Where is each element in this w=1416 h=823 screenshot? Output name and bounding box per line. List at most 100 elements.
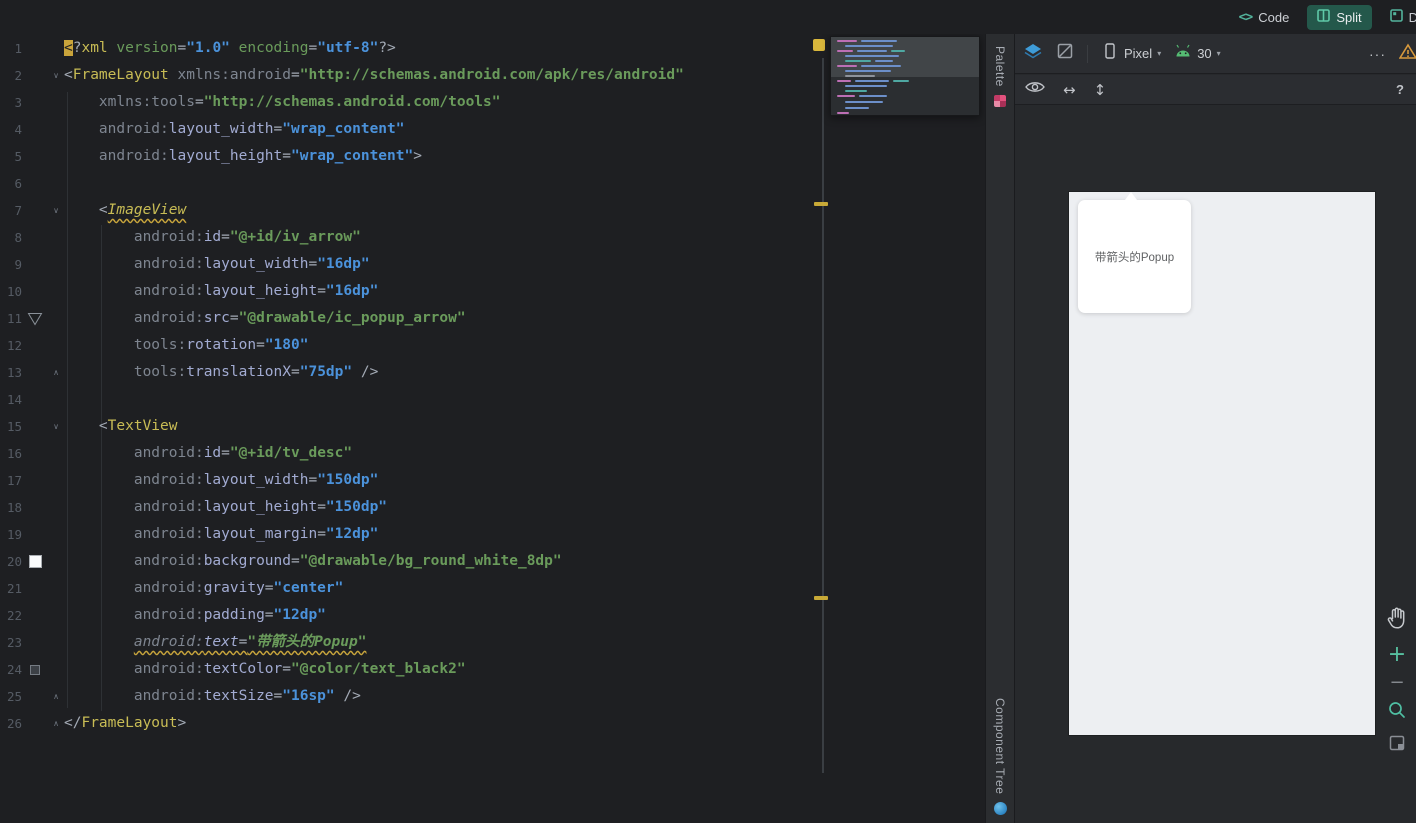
code-text[interactable]: android:layout_width="wrap_content" (64, 116, 405, 143)
color-preview-white-swatch[interactable] (22, 548, 48, 575)
help-button[interactable]: ? (1396, 82, 1404, 97)
line-number[interactable]: 14 (0, 386, 22, 413)
palette-icon (994, 94, 1006, 107)
code-text[interactable]: android:layout_width="16dp" (64, 251, 370, 278)
code-text[interactable]: android:layout_margin="12dp" (64, 521, 378, 548)
code-text[interactable]: android:layout_height="150dp" (64, 494, 387, 521)
view-options-eye-icon[interactable] (1025, 80, 1045, 99)
warning-stripe-mark[interactable] (814, 596, 828, 600)
line-number[interactable]: 5 (0, 143, 22, 170)
design-canvas[interactable]: 带箭头的Popup + − (1015, 106, 1416, 823)
more-options-button[interactable]: ··· (1369, 46, 1386, 62)
gutter-fold-space (48, 224, 64, 251)
line-number[interactable]: 11 (0, 305, 22, 332)
code-editor[interactable]: 1 <?xml version="1.0" encoding="utf-8"?> 2… (0, 34, 985, 823)
color-preview-dark-swatch[interactable] (22, 656, 48, 683)
line-number[interactable]: 6 (0, 170, 22, 197)
warning-triangle-icon[interactable] (1398, 42, 1416, 65)
code-text[interactable]: android:textSize="16sp" /> (64, 683, 361, 710)
code-text[interactable]: <TextView (64, 413, 178, 440)
code-text[interactable]: </FrameLayout> (64, 710, 186, 737)
inspections-indicator-icon[interactable] (813, 39, 825, 51)
pan-hand-icon[interactable] (1386, 606, 1408, 635)
device-selector[interactable]: Pixel ▾ (1101, 42, 1161, 65)
editor-scrollbar[interactable] (808, 34, 830, 823)
line-number[interactable]: 9 (0, 251, 22, 278)
scrollbar-track[interactable] (822, 58, 824, 773)
line-number[interactable]: 12 (0, 332, 22, 359)
line-number[interactable]: 18 (0, 494, 22, 521)
line-number[interactable]: 21 (0, 575, 22, 602)
horizontal-resize-icon[interactable]: ↔ (1063, 81, 1076, 99)
toolwindow-palette-button[interactable]: Palette (986, 46, 1014, 107)
tab-split[interactable]: Split (1307, 4, 1372, 30)
code-text[interactable]: android:padding="12dp" (64, 602, 326, 629)
line-number[interactable]: 15 (0, 413, 22, 440)
code-text[interactable]: android:layout_width="150dp" (64, 467, 378, 494)
code-text[interactable]: android:src="@drawable/ic_popup_arrow" (64, 305, 466, 332)
fold-collapse-icon[interactable]: ∨ (48, 62, 64, 89)
api-level-selector[interactable]: 30 ▾ (1174, 44, 1221, 63)
line-number[interactable]: 7 (0, 197, 22, 224)
fold-collapse-icon[interactable]: ∨ (48, 413, 64, 440)
code-text[interactable]: tools:rotation="180" (64, 332, 309, 359)
code-text[interactable]: android:text="带箭头的Popup" (64, 629, 367, 656)
gutter-fold-space (48, 575, 64, 602)
tab-code[interactable]: <> Code (1229, 5, 1300, 30)
line-number[interactable]: 26 (0, 710, 22, 737)
warning-stripe-mark[interactable] (814, 202, 828, 206)
line-number[interactable]: 20 (0, 548, 22, 575)
vertical-resize-icon[interactable]: ↕ (1094, 81, 1107, 99)
tab-design[interactable]: D (1380, 5, 1416, 30)
code-text[interactable]: android:gravity="center" (64, 575, 344, 602)
device-selector-label: Pixel (1124, 46, 1153, 61)
line-number[interactable]: 1 (0, 35, 22, 62)
code-text[interactable]: <?xml version="1.0" encoding="utf-8"?> (64, 35, 396, 62)
component-tree-icon (993, 802, 1007, 815)
line-number[interactable]: 19 (0, 521, 22, 548)
line-number[interactable]: 13 (0, 359, 22, 386)
drawable-preview-arrow-icon[interactable] (22, 305, 48, 332)
gutter-fold-space (48, 143, 64, 170)
code-text[interactable]: android:layout_height="wrap_content"> (64, 143, 422, 170)
view-frame-icon[interactable] (1388, 734, 1406, 757)
line-number[interactable]: 4 (0, 116, 22, 143)
toolwindow-component-tree-button[interactable]: Component Tree (986, 698, 1014, 815)
line-number[interactable]: 16 (0, 440, 22, 467)
fold-collapse-icon[interactable]: ∨ (48, 197, 64, 224)
gutter-fold-space (48, 629, 64, 656)
code-text[interactable]: android:textColor="@color/text_black2" (64, 656, 466, 683)
line-number[interactable]: 23 (0, 629, 22, 656)
code-text[interactable]: tools:translationX="75dp" /> (64, 359, 378, 386)
code-text[interactable]: xmlns:tools="http://schemas.android.com/… (64, 89, 501, 116)
zoom-to-fit-icon[interactable] (1387, 700, 1407, 725)
gutter-space (22, 467, 48, 494)
code-text[interactable]: <FrameLayout xmlns:android="http://schem… (64, 62, 684, 89)
code-text[interactable]: android:layout_height="16dp" (64, 278, 378, 305)
code-text[interactable]: android:background="@drawable/bg_round_w… (64, 548, 562, 575)
code-brackets-icon: <> (1238, 9, 1254, 25)
fold-end-icon[interactable]: ∧ (48, 359, 64, 386)
blueprint-off-icon[interactable] (1056, 42, 1074, 65)
line-number[interactable]: 3 (0, 89, 22, 116)
gutter-space (22, 62, 48, 89)
gutter-fold-space (48, 89, 64, 116)
layout-surface-icon[interactable] (1023, 42, 1043, 65)
line-number[interactable]: 17 (0, 467, 22, 494)
line-number[interactable]: 10 (0, 278, 22, 305)
code-text[interactable]: <ImageView (64, 197, 186, 224)
line-number[interactable]: 24 (0, 656, 22, 683)
line-number[interactable]: 2 (0, 62, 22, 89)
zoom-in-button[interactable]: + (1388, 644, 1406, 666)
line-number[interactable]: 22 (0, 602, 22, 629)
gutter-space (22, 413, 48, 440)
code-text[interactable]: android:id="@+id/iv_arrow" (64, 224, 361, 251)
line-number[interactable]: 8 (0, 224, 22, 251)
split-view-icon (1317, 9, 1331, 25)
line-number[interactable]: 25 (0, 683, 22, 710)
fold-end-icon[interactable]: ∧ (48, 710, 64, 737)
zoom-out-button[interactable]: − (1389, 674, 1404, 692)
fold-end-icon[interactable]: ∧ (48, 683, 64, 710)
code-text[interactable]: android:id="@+id/tv_desc" (64, 440, 352, 467)
gutter-fold-space (48, 170, 64, 197)
